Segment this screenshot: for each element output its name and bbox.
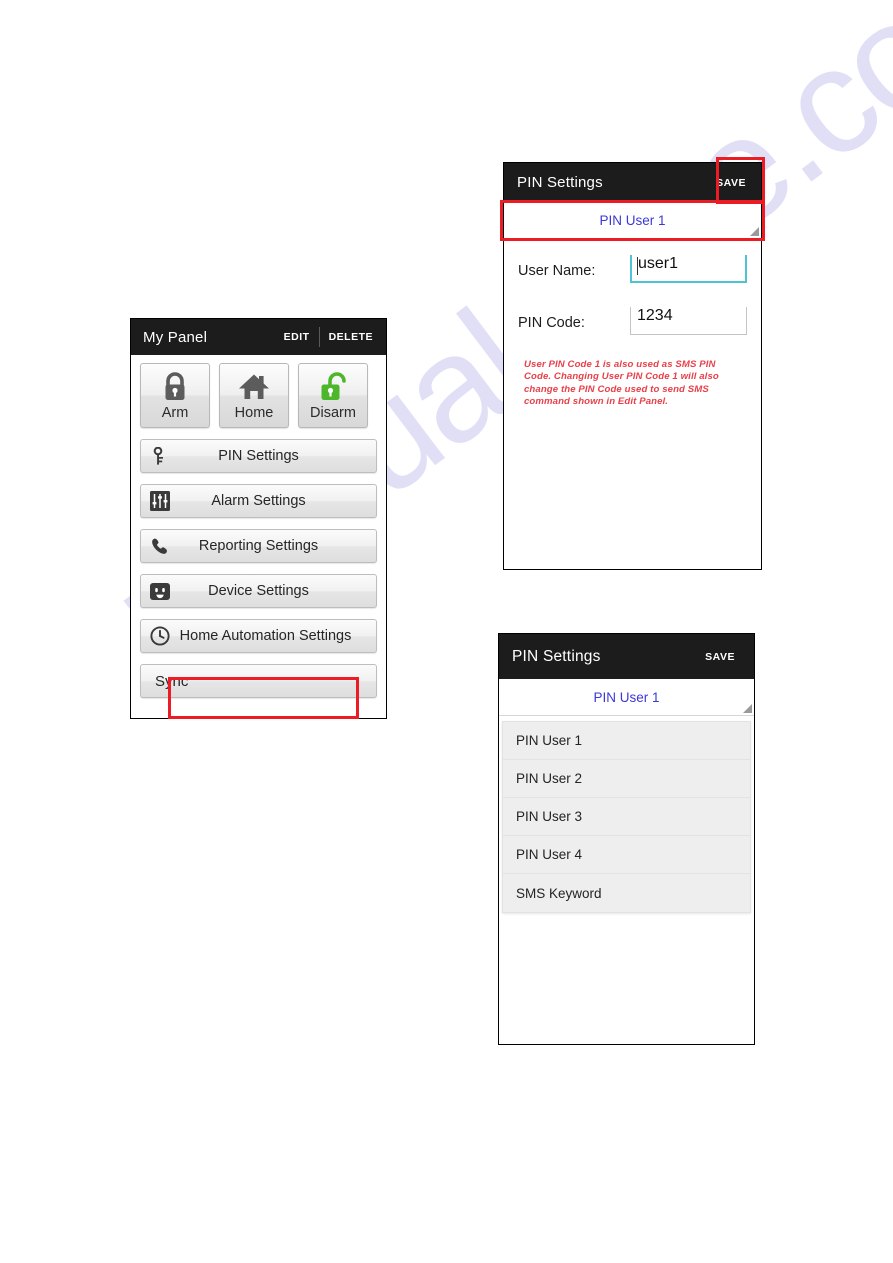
page-title: My Panel	[143, 328, 208, 346]
pin-code-input[interactable]: 1234	[630, 307, 747, 335]
menu-item-label: Device Settings	[208, 583, 309, 599]
list-item[interactable]: SMS Keyword	[503, 874, 750, 912]
user-name-row: User Name: user1	[518, 255, 747, 283]
clock-icon	[150, 626, 170, 646]
menu-item-pin-settings[interactable]: PIN Settings	[140, 439, 377, 473]
list-item[interactable]: PIN User 2	[503, 760, 750, 798]
pin-settings-form-window: PIN Settings SAVE PIN User 1 User Name: …	[503, 162, 762, 570]
save-button[interactable]: SAVE	[696, 651, 744, 663]
home-button-label: Home	[234, 405, 274, 421]
pin-code-value: 1234	[637, 307, 673, 324]
phone-icon	[150, 536, 170, 556]
arm-button[interactable]: Arm	[140, 363, 210, 428]
pin-list-titlebar: PIN Settings SAVE	[499, 634, 754, 679]
pin-warning-text: User PIN Code 1 is also used as SMS PIN …	[524, 359, 719, 408]
list-item[interactable]: PIN User 1	[503, 722, 750, 760]
page-title: PIN Settings	[517, 174, 603, 191]
menu-item-home-automation-settings[interactable]: Home Automation Settings	[140, 619, 377, 653]
my-panel-window: My Panel EDIT DELETE Arm Home Disarm PIN…	[130, 318, 387, 719]
pin-user-spinner-value: PIN User 1	[593, 689, 660, 705]
menu-item-device-settings[interactable]: Device Settings	[140, 574, 377, 608]
sliders-icon	[150, 491, 170, 511]
house-icon	[238, 369, 270, 405]
user-name-input[interactable]: user1	[630, 255, 747, 283]
mode-button-row: Arm Home Disarm	[140, 363, 377, 428]
menu-item-label: PIN Settings	[218, 448, 299, 464]
disarm-button[interactable]: Disarm	[298, 363, 368, 428]
menu-item-label: Sync	[155, 672, 189, 690]
disarm-button-label: Disarm	[310, 405, 356, 421]
arm-button-label: Arm	[161, 405, 189, 421]
pin-code-label: PIN Code:	[518, 315, 585, 331]
pin-code-row: PIN Code: 1234	[518, 307, 747, 335]
spinner-arrow-icon	[743, 704, 752, 713]
power-outlet-icon	[150, 581, 170, 601]
menu-item-label: Home Automation Settings	[179, 628, 352, 644]
home-button[interactable]: Home	[219, 363, 289, 428]
user-name-value: user1	[638, 255, 679, 272]
spinner-arrow-icon	[750, 227, 759, 236]
key-icon	[150, 446, 170, 466]
menu-item-sync[interactable]: Sync	[140, 664, 377, 698]
pin-user-spinner-value: PIN User 1	[599, 212, 666, 228]
user-name-label: User Name:	[518, 263, 596, 279]
lock-open-icon	[318, 369, 348, 405]
menu-item-alarm-settings[interactable]: Alarm Settings	[140, 484, 377, 518]
pin-user-spinner[interactable]: PIN User 1	[504, 202, 761, 239]
pin-form-body: User Name: user1 PIN Code: 1234 User PIN…	[504, 239, 761, 409]
save-button[interactable]: SAVE	[707, 177, 755, 189]
my-panel-titlebar: My Panel EDIT DELETE	[131, 319, 386, 355]
pin-settings-dropdown-window: PIN Settings SAVE PIN User 1 PIN User 1 …	[498, 633, 755, 1045]
pin-user-spinner[interactable]: PIN User 1	[499, 679, 754, 716]
menu-item-reporting-settings[interactable]: Reporting Settings	[140, 529, 377, 563]
pin-user-dropdown-list: PIN User 1 PIN User 2 PIN User 3 PIN Use…	[502, 721, 751, 913]
list-item[interactable]: PIN User 4	[503, 836, 750, 874]
pin-form-titlebar: PIN Settings SAVE	[504, 163, 761, 202]
menu-item-label: Alarm Settings	[211, 493, 306, 509]
menu-item-label: Reporting Settings	[198, 538, 319, 554]
my-panel-body: Arm Home Disarm PIN Settings Alarm Setti…	[131, 355, 386, 698]
lock-closed-icon	[161, 369, 189, 405]
page-title: PIN Settings	[512, 647, 601, 665]
delete-button[interactable]: DELETE	[320, 331, 382, 343]
list-item[interactable]: PIN User 3	[503, 798, 750, 836]
edit-button[interactable]: EDIT	[275, 331, 319, 343]
